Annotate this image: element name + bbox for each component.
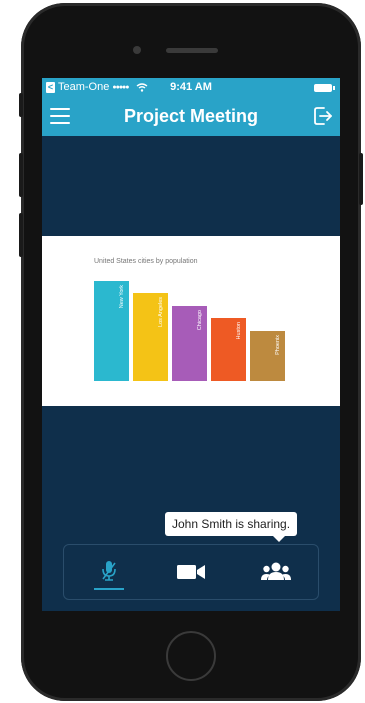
group-icon bbox=[261, 562, 291, 580]
chart-bar-label: Chicago bbox=[197, 310, 203, 330]
chart-bar-label: Los Angeles bbox=[158, 297, 164, 327]
shared-screen-content: United States cities by population New Y… bbox=[42, 236, 340, 406]
status-time: 9:41 AM bbox=[170, 81, 212, 93]
battery-icon bbox=[314, 84, 335, 92]
power-button bbox=[359, 153, 363, 205]
sharing-tooltip: John Smith is sharing. bbox=[165, 512, 298, 542]
bar-chart: New York Los Angeles Chicago Huston Phoenix bbox=[94, 281, 285, 381]
home-button[interactable] bbox=[166, 631, 216, 681]
front-camera bbox=[133, 46, 141, 54]
participants-button[interactable] bbox=[259, 555, 293, 589]
nav-bar: Project Meeting bbox=[42, 98, 340, 136]
chart-bar-label: Phoenix bbox=[275, 335, 281, 355]
chart-bar-label: Huston bbox=[236, 322, 242, 339]
mic-active-indicator bbox=[94, 588, 124, 590]
leave-meeting-button[interactable] bbox=[312, 105, 334, 127]
mute-button[interactable] bbox=[92, 555, 126, 589]
meeting-controls bbox=[63, 544, 319, 600]
mute-switch bbox=[19, 93, 23, 117]
exit-icon bbox=[314, 107, 332, 125]
mic-icon bbox=[102, 561, 116, 581]
earpiece-speaker bbox=[166, 48, 218, 53]
volume-up-button bbox=[19, 153, 23, 197]
status-bar: < Team-One ●●●●● 9:41 AM bbox=[42, 78, 340, 98]
video-camera-icon bbox=[177, 565, 205, 579]
video-button[interactable] bbox=[174, 555, 208, 589]
chart-bar-label: New York bbox=[119, 285, 125, 308]
phone-screen: < Team-One ●●●●● 9:41 AM Project Meeting bbox=[42, 78, 340, 611]
phone-frame: < Team-One ●●●●● 9:41 AM Project Meeting bbox=[19, 3, 363, 701]
page-title: Project Meeting bbox=[123, 106, 259, 126]
volume-down-button bbox=[19, 213, 23, 257]
